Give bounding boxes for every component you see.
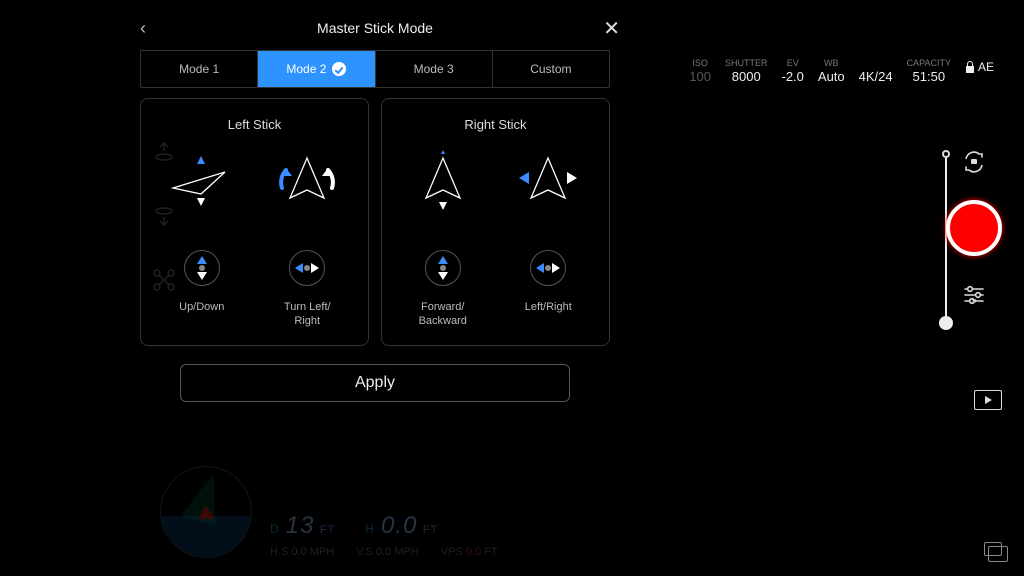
tab-mode-2[interactable]: Mode 2 — [258, 51, 375, 87]
iso-readout: ISO 100 — [689, 58, 711, 84]
tab-mode-3[interactable]: Mode 3 — [376, 51, 493, 87]
pitch-indicator — [425, 250, 461, 286]
shutter-readout: SHUTTER 8000 — [725, 58, 768, 84]
camera-telemetry-bar: ISO 100 SHUTTER 8000 EV -2.0 WB Auto 4K/… — [689, 58, 994, 84]
left-stick-title: Left Stick — [149, 117, 360, 132]
page-title: Master Stick Mode — [317, 20, 433, 36]
left-fn1-label: Up/Down — [149, 300, 255, 329]
check-icon — [332, 62, 346, 76]
flight-telemetry: D13 FT H0.0 FT H.S 0.0 MPH V.S 0.0 MPH V… — [160, 512, 498, 558]
playback-button[interactable] — [974, 390, 1002, 410]
right-stick-title: Right Stick — [390, 117, 601, 132]
close-button[interactable]: ✕ — [603, 16, 620, 41]
yaw-diagram — [272, 150, 342, 210]
tab-custom[interactable]: Custom — [493, 51, 609, 87]
throttle-diagram — [167, 150, 237, 210]
svg-text:M: M — [972, 299, 976, 305]
format-readout: 4K/24 — [859, 58, 893, 84]
roll-diagram — [513, 150, 583, 210]
camera-settings-icon[interactable]: M — [962, 282, 986, 306]
left-stick-card: Left Stick — [140, 98, 369, 346]
record-button[interactable] — [946, 200, 1002, 256]
right-fn1-label: Forward/ Backward — [390, 300, 496, 329]
roll-indicator — [530, 250, 566, 286]
camera-switch-icon[interactable] — [962, 150, 986, 174]
apply-button[interactable]: Apply — [180, 364, 570, 402]
right-fn2-label: Left/Right — [496, 300, 602, 329]
gallery-icon[interactable] — [984, 542, 1002, 556]
turn-indicator — [289, 250, 325, 286]
tab-mode-1[interactable]: Mode 1 — [141, 51, 258, 87]
wb-readout: WB Auto — [818, 58, 845, 84]
left-fn2-label: Turn Left/ Right — [255, 300, 361, 329]
lock-icon — [965, 61, 975, 73]
right-stick-card: Right Stick — [381, 98, 610, 346]
mode-tabs: Mode 1 Mode 2 Mode 3 Custom — [140, 50, 610, 88]
up-down-indicator — [184, 250, 220, 286]
back-button[interactable]: ‹ — [140, 18, 146, 39]
pitch-diagram — [408, 150, 478, 210]
capacity-readout: CAPACITY 51:50 — [907, 58, 951, 84]
ae-lock[interactable]: AE — [965, 60, 994, 74]
attitude-indicator — [160, 466, 252, 558]
ev-readout: EV -2.0 — [782, 58, 804, 84]
